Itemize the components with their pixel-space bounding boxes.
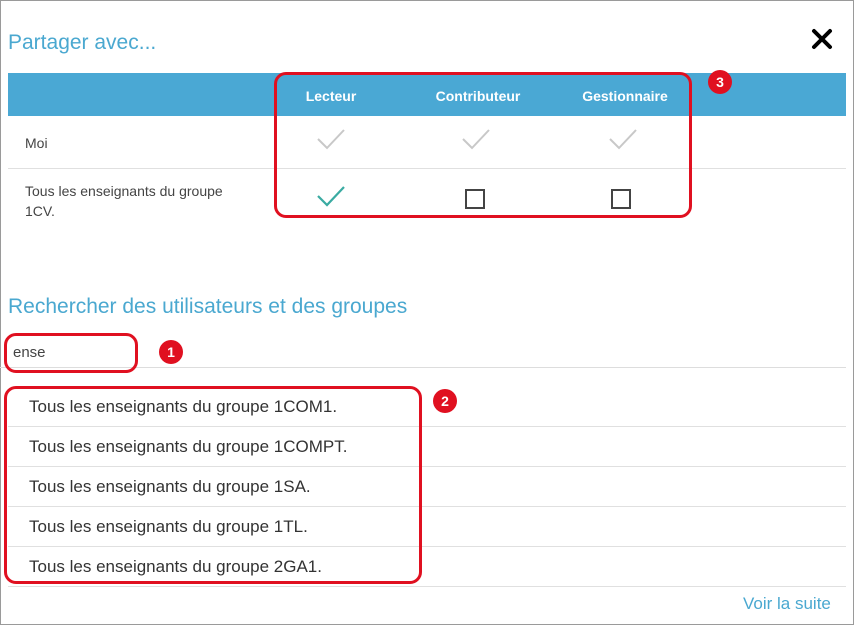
share-row-label: Tous les enseignants du groupe 1CV.	[25, 183, 223, 219]
search-section-title: Rechercher des utilisateurs et des group…	[8, 295, 408, 318]
see-more-link[interactable]: Voir la suite	[743, 594, 831, 614]
close-icon	[812, 29, 832, 49]
annotation-badge-1: 1	[159, 340, 183, 364]
annotation-badge-2: 2	[433, 389, 457, 413]
close-button[interactable]	[807, 24, 837, 54]
dialog-title: Partager avec...	[8, 31, 157, 54]
annotation-badge-3: 3	[708, 70, 732, 94]
annotation-box-3	[274, 72, 692, 218]
annotation-box-2	[4, 386, 422, 584]
share-row-label: Moi	[25, 135, 48, 151]
annotation-box-1	[4, 333, 138, 373]
